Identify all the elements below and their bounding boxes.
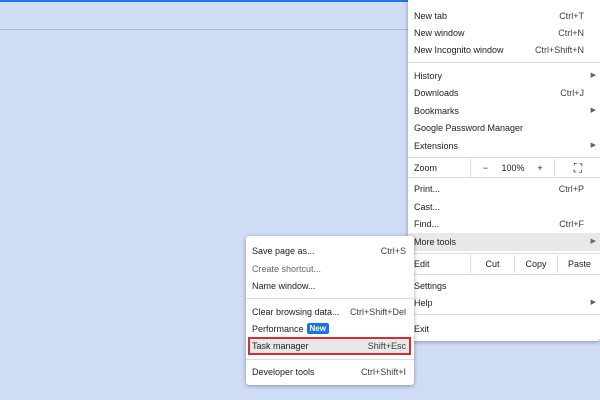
paste-button[interactable]: Paste <box>557 255 600 273</box>
shortcut-label: Ctrl+S <box>380 246 406 256</box>
submenu-item-task-manager[interactable]: Task manager Shift+Esc <box>246 337 414 355</box>
shortcut-label: Ctrl+Shift+I <box>360 367 406 377</box>
menu-separator <box>408 274 600 275</box>
menu-separator <box>408 177 600 178</box>
chevron-right-icon: ▶ <box>590 299 596 306</box>
chevron-right-icon: ▶ <box>590 142 596 149</box>
menu-item-downloads[interactable]: Downloads Ctrl+J <box>408 84 600 102</box>
new-badge: New <box>306 323 329 334</box>
menu-item-label: Downloads <box>414 88 459 98</box>
menu-item-bookmarks[interactable]: Bookmarks ▶ <box>408 102 600 120</box>
menu-separator <box>408 253 600 254</box>
menu-item-label: New window <box>414 28 465 38</box>
menu-separator <box>246 298 414 299</box>
menu-item-label: Create shortcut... <box>252 264 322 274</box>
copy-label: Copy <box>525 259 547 269</box>
menu-item-label: History <box>414 71 443 81</box>
chrome-main-menu: New tab Ctrl+T New window Ctrl+N New Inc… <box>408 0 600 341</box>
menu-item-exit[interactable]: Exit <box>408 320 600 338</box>
menu-separator <box>246 359 414 360</box>
cut-label: Cut <box>485 259 500 269</box>
menu-item-password-manager[interactable]: Google Password Manager <box>408 119 600 137</box>
shortcut-label: Ctrl+N <box>558 28 584 38</box>
menu-item-label: Settings <box>414 281 447 291</box>
cut-button[interactable]: Cut <box>470 255 514 273</box>
menu-item-help[interactable]: Help ▶ <box>408 294 600 312</box>
menu-item-label: Bookmarks <box>414 106 460 116</box>
menu-item-cast[interactable]: Cast... <box>408 198 600 216</box>
more-tools-submenu: Save page as... Ctrl+S Create shortcut..… <box>246 236 414 385</box>
menu-separator <box>408 157 600 158</box>
menu-item-history[interactable]: History ▶ <box>408 67 600 85</box>
submenu-item-clear-browsing-data[interactable]: Clear browsing data... Ctrl+Shift+Del <box>246 303 414 321</box>
menu-item-label: Clear browsing data... <box>252 307 340 317</box>
menu-item-label: Name window... <box>252 281 316 291</box>
performance-label-group: Performance New <box>252 320 329 338</box>
menu-item-label: Print... <box>414 184 441 194</box>
menu-item-label: New tab <box>414 11 448 21</box>
submenu-item-save-page[interactable]: Save page as... Ctrl+S <box>246 242 414 260</box>
submenu-item-name-window[interactable]: Name window... <box>246 277 414 295</box>
shortcut-label: Ctrl+T <box>559 11 584 21</box>
menu-item-new-incognito-window[interactable]: New Incognito window Ctrl+Shift+N <box>408 41 600 59</box>
chevron-right-icon: ▶ <box>590 72 596 79</box>
submenu-item-performance[interactable]: Performance New <box>246 320 414 338</box>
shortcut-label: Ctrl+Shift+N <box>534 45 584 55</box>
plus-icon: + <box>537 163 543 173</box>
menu-separator <box>408 62 600 63</box>
menu-item-print[interactable]: Print... Ctrl+P <box>408 180 600 198</box>
menu-item-label: Performance <box>252 324 304 334</box>
fullscreen-button[interactable]: ⛶ <box>554 159 600 177</box>
menu-item-label: Exit <box>414 324 430 334</box>
menu-item-label: Extensions <box>414 141 459 151</box>
menu-item-label: Google Password Manager <box>414 123 524 133</box>
menu-item-label: Save page as... <box>252 246 315 256</box>
menu-item-label: Find... <box>414 219 440 229</box>
shortcut-label: Ctrl+F <box>559 219 584 229</box>
menu-item-new-tab[interactable]: New tab Ctrl+T <box>408 7 600 25</box>
zoom-in-button[interactable]: + <box>527 159 553 177</box>
submenu-item-developer-tools[interactable]: Developer tools Ctrl+Shift+I <box>246 363 414 381</box>
shortcut-label: Ctrl+Shift+Del <box>349 307 406 317</box>
minus-icon: − <box>482 163 489 173</box>
menu-item-extensions[interactable]: Extensions ▶ <box>408 137 600 155</box>
menu-item-label: Edit <box>414 259 430 269</box>
menu-item-label: More tools <box>414 237 457 247</box>
submenu-item-create-shortcut: Create shortcut... <box>246 260 414 278</box>
fullscreen-icon: ⛶ <box>573 161 583 175</box>
toolbar-divider <box>0 29 410 30</box>
menu-item-label: New Incognito window <box>414 45 504 55</box>
menu-item-label: Help <box>414 298 433 308</box>
menu-item-label: Zoom <box>414 163 438 173</box>
chevron-right-icon: ▶ <box>590 238 596 245</box>
menu-item-new-window[interactable]: New window Ctrl+N <box>408 24 600 42</box>
menu-separator <box>408 314 600 315</box>
copy-button[interactable]: Copy <box>514 255 557 273</box>
menu-item-label: Cast... <box>414 202 441 212</box>
menu-item-label: Task manager <box>252 341 309 351</box>
menu-item-more-tools[interactable]: More tools ▶ <box>408 233 600 251</box>
chevron-right-icon: ▶ <box>590 107 596 114</box>
menu-item-label: Developer tools <box>252 367 315 377</box>
zoom-level: 100% <box>499 159 527 177</box>
zoom-out-button[interactable]: − <box>470 159 500 177</box>
menu-item-settings[interactable]: Settings <box>408 277 600 295</box>
shortcut-label: Shift+Esc <box>367 341 406 351</box>
zoom-level-value: 100% <box>501 163 525 173</box>
shortcut-label: Ctrl+J <box>560 88 584 98</box>
shortcut-label: Ctrl+P <box>558 184 584 194</box>
paste-label: Paste <box>567 259 591 269</box>
menu-item-find[interactable]: Find... Ctrl+F <box>408 215 600 233</box>
